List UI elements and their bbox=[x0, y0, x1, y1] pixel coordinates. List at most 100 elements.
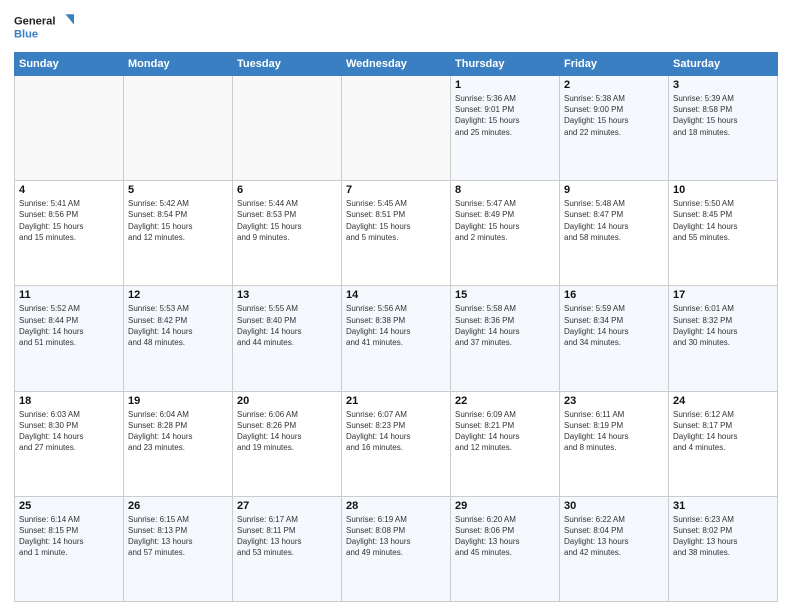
day-info: Sunrise: 6:22 AMSunset: 8:04 PMDaylight:… bbox=[564, 514, 664, 559]
day-number: 4 bbox=[19, 184, 119, 196]
calendar-cell: 31 Sunrise: 6:23 AMSunset: 8:02 PMDayligh… bbox=[669, 496, 778, 601]
day-info: Sunrise: 6:19 AMSunset: 8:08 PMDaylight:… bbox=[346, 514, 446, 559]
week-row-5: 25 Sunrise: 6:14 AMSunset: 8:15 PMDayligh… bbox=[15, 496, 778, 601]
calendar-cell: 19 Sunrise: 6:04 AMSunset: 8:28 PMDayligh… bbox=[124, 391, 233, 496]
header-row: SundayMondayTuesdayWednesdayThursdayFrid… bbox=[15, 53, 778, 76]
day-number: 6 bbox=[237, 184, 337, 196]
day-number: 27 bbox=[237, 500, 337, 512]
day-number: 25 bbox=[19, 500, 119, 512]
day-info: Sunrise: 6:01 AMSunset: 8:32 PMDaylight:… bbox=[673, 303, 773, 348]
logo-svg: General Blue bbox=[14, 10, 74, 46]
day-number: 14 bbox=[346, 289, 446, 301]
calendar-cell: 22Sunrise: 6:09 AMSunset: 8:21 PMDayligh… bbox=[451, 391, 560, 496]
calendar-cell: 26 Sunrise: 6:15 AMSunset: 8:13 PMDayligh… bbox=[124, 496, 233, 601]
calendar-cell: 27 Sunrise: 6:17 AMSunset: 8:11 PMDayligh… bbox=[233, 496, 342, 601]
svg-text:General: General bbox=[14, 16, 55, 28]
header-tuesday: Tuesday bbox=[233, 53, 342, 76]
day-number: 18 bbox=[19, 395, 119, 407]
calendar-cell: 17 Sunrise: 6:01 AMSunset: 8:32 PMDayligh… bbox=[669, 286, 778, 391]
header-friday: Friday bbox=[560, 53, 669, 76]
day-number: 2 bbox=[564, 79, 664, 91]
day-info: Sunrise: 6:15 AMSunset: 8:13 PMDaylight:… bbox=[128, 514, 228, 559]
day-number: 16 bbox=[564, 289, 664, 301]
calendar-body: 1 Sunrise: 5:36 AMSunset: 9:01 PMDaylight… bbox=[15, 76, 778, 602]
day-info: Sunrise: 6:20 AMSunset: 8:06 PMDaylight:… bbox=[455, 514, 555, 559]
day-info: Sunrise: 5:48 AMSunset: 8:47 PMDaylight:… bbox=[564, 198, 664, 243]
day-info: Sunrise: 5:50 AMSunset: 8:45 PMDaylight:… bbox=[673, 198, 773, 243]
day-number: 17 bbox=[673, 289, 773, 301]
day-info: Sunrise: 5:55 AMSunset: 8:40 PMDaylight:… bbox=[237, 303, 337, 348]
day-number: 26 bbox=[128, 500, 228, 512]
day-number: 13 bbox=[237, 289, 337, 301]
day-info: Sunrise: 5:52 AMSunset: 8:44 PMDaylight:… bbox=[19, 303, 119, 348]
calendar-cell bbox=[124, 76, 233, 181]
calendar-cell: 14 Sunrise: 5:56 AMSunset: 8:38 PMDayligh… bbox=[342, 286, 451, 391]
calendar-cell: 3 Sunrise: 5:39 AMSunset: 8:58 PMDaylight… bbox=[669, 76, 778, 181]
calendar-cell: 1 Sunrise: 5:36 AMSunset: 9:01 PMDaylight… bbox=[451, 76, 560, 181]
day-info: Sunrise: 5:56 AMSunset: 8:38 PMDaylight:… bbox=[346, 303, 446, 348]
svg-text:Blue: Blue bbox=[14, 28, 38, 40]
day-info: Sunrise: 5:36 AMSunset: 9:01 PMDaylight:… bbox=[455, 93, 555, 138]
day-info: Sunrise: 5:45 AMSunset: 8:51 PMDaylight:… bbox=[346, 198, 446, 243]
day-info: Sunrise: 5:44 AMSunset: 8:53 PMDaylight:… bbox=[237, 198, 337, 243]
day-info: Sunrise: 6:04 AMSunset: 8:28 PMDaylight:… bbox=[128, 409, 228, 454]
day-number: 20 bbox=[237, 395, 337, 407]
day-info: Sunrise: 5:42 AMSunset: 8:54 PMDaylight:… bbox=[128, 198, 228, 243]
day-number: 1 bbox=[455, 79, 555, 91]
calendar-cell: 18 Sunrise: 6:03 AMSunset: 8:30 PMDayligh… bbox=[15, 391, 124, 496]
day-number: 15 bbox=[455, 289, 555, 301]
day-info: Sunrise: 6:06 AMSunset: 8:26 PMDaylight:… bbox=[237, 409, 337, 454]
day-number: 11 bbox=[19, 289, 119, 301]
calendar-cell: 12 Sunrise: 5:53 AMSunset: 8:42 PMDayligh… bbox=[124, 286, 233, 391]
day-info: Sunrise: 5:53 AMSunset: 8:42 PMDaylight:… bbox=[128, 303, 228, 348]
calendar-cell: 28 Sunrise: 6:19 AMSunset: 8:08 PMDayligh… bbox=[342, 496, 451, 601]
calendar-cell: 29 Sunrise: 6:20 AMSunset: 8:06 PMDayligh… bbox=[451, 496, 560, 601]
week-row-2: 4Sunrise: 5:41 AMSunset: 8:56 PMDaylight… bbox=[15, 181, 778, 286]
day-info: Sunrise: 6:12 AMSunset: 8:17 PMDaylight:… bbox=[673, 409, 773, 454]
day-number: 24 bbox=[673, 395, 773, 407]
header-monday: Monday bbox=[124, 53, 233, 76]
day-number: 21 bbox=[346, 395, 446, 407]
day-number: 5 bbox=[128, 184, 228, 196]
header: General Blue bbox=[14, 10, 778, 46]
calendar-cell: 10Sunrise: 5:50 AMSunset: 8:45 PMDayligh… bbox=[669, 181, 778, 286]
day-info: Sunrise: 5:47 AMSunset: 8:49 PMDaylight:… bbox=[455, 198, 555, 243]
day-info: Sunrise: 5:39 AMSunset: 8:58 PMDaylight:… bbox=[673, 93, 773, 138]
calendar-cell: 30 Sunrise: 6:22 AMSunset: 8:04 PMDayligh… bbox=[560, 496, 669, 601]
calendar-header: SundayMondayTuesdayWednesdayThursdayFrid… bbox=[15, 53, 778, 76]
calendar-cell bbox=[342, 76, 451, 181]
calendar-cell: 5 Sunrise: 5:42 AMSunset: 8:54 PMDaylight… bbox=[124, 181, 233, 286]
calendar-table: SundayMondayTuesdayWednesdayThursdayFrid… bbox=[14, 52, 778, 602]
day-number: 28 bbox=[346, 500, 446, 512]
calendar-cell: 9Sunrise: 5:48 AMSunset: 8:47 PMDaylight… bbox=[560, 181, 669, 286]
day-info: Sunrise: 6:17 AMSunset: 8:11 PMDaylight:… bbox=[237, 514, 337, 559]
calendar-cell: 15 Sunrise: 5:58 AMSunset: 8:36 PMDayligh… bbox=[451, 286, 560, 391]
calendar-cell bbox=[233, 76, 342, 181]
day-info: Sunrise: 6:14 AMSunset: 8:15 PMDaylight:… bbox=[19, 514, 119, 559]
calendar-cell: 24 Sunrise: 6:12 AMSunset: 8:17 PMDayligh… bbox=[669, 391, 778, 496]
calendar-cell: 2Sunrise: 5:38 AMSunset: 9:00 PMDaylight… bbox=[560, 76, 669, 181]
day-number: 22 bbox=[455, 395, 555, 407]
calendar-cell: 23Sunrise: 6:11 AMSunset: 8:19 PMDayligh… bbox=[560, 391, 669, 496]
day-number: 3 bbox=[673, 79, 773, 91]
day-number: 30 bbox=[564, 500, 664, 512]
day-number: 29 bbox=[455, 500, 555, 512]
calendar-cell: 11 Sunrise: 5:52 AMSunset: 8:44 PMDayligh… bbox=[15, 286, 124, 391]
calendar-cell bbox=[15, 76, 124, 181]
calendar-cell: 8Sunrise: 5:47 AMSunset: 8:49 PMDaylight… bbox=[451, 181, 560, 286]
week-row-4: 18 Sunrise: 6:03 AMSunset: 8:30 PMDayligh… bbox=[15, 391, 778, 496]
calendar-cell: 20 Sunrise: 6:06 AMSunset: 8:26 PMDayligh… bbox=[233, 391, 342, 496]
day-number: 31 bbox=[673, 500, 773, 512]
calendar-cell: 16Sunrise: 5:59 AMSunset: 8:34 PMDayligh… bbox=[560, 286, 669, 391]
calendar-cell: 4Sunrise: 5:41 AMSunset: 8:56 PMDaylight… bbox=[15, 181, 124, 286]
header-saturday: Saturday bbox=[669, 53, 778, 76]
day-info: Sunrise: 6:03 AMSunset: 8:30 PMDaylight:… bbox=[19, 409, 119, 454]
day-info: Sunrise: 6:23 AMSunset: 8:02 PMDaylight:… bbox=[673, 514, 773, 559]
logo: General Blue bbox=[14, 10, 74, 46]
day-number: 12 bbox=[128, 289, 228, 301]
calendar-cell: 21Sunrise: 6:07 AMSunset: 8:23 PMDayligh… bbox=[342, 391, 451, 496]
calendar-cell: 13 Sunrise: 5:55 AMSunset: 8:40 PMDayligh… bbox=[233, 286, 342, 391]
day-info: Sunrise: 6:11 AMSunset: 8:19 PMDaylight:… bbox=[564, 409, 664, 454]
day-info: Sunrise: 5:58 AMSunset: 8:36 PMDaylight:… bbox=[455, 303, 555, 348]
day-number: 19 bbox=[128, 395, 228, 407]
